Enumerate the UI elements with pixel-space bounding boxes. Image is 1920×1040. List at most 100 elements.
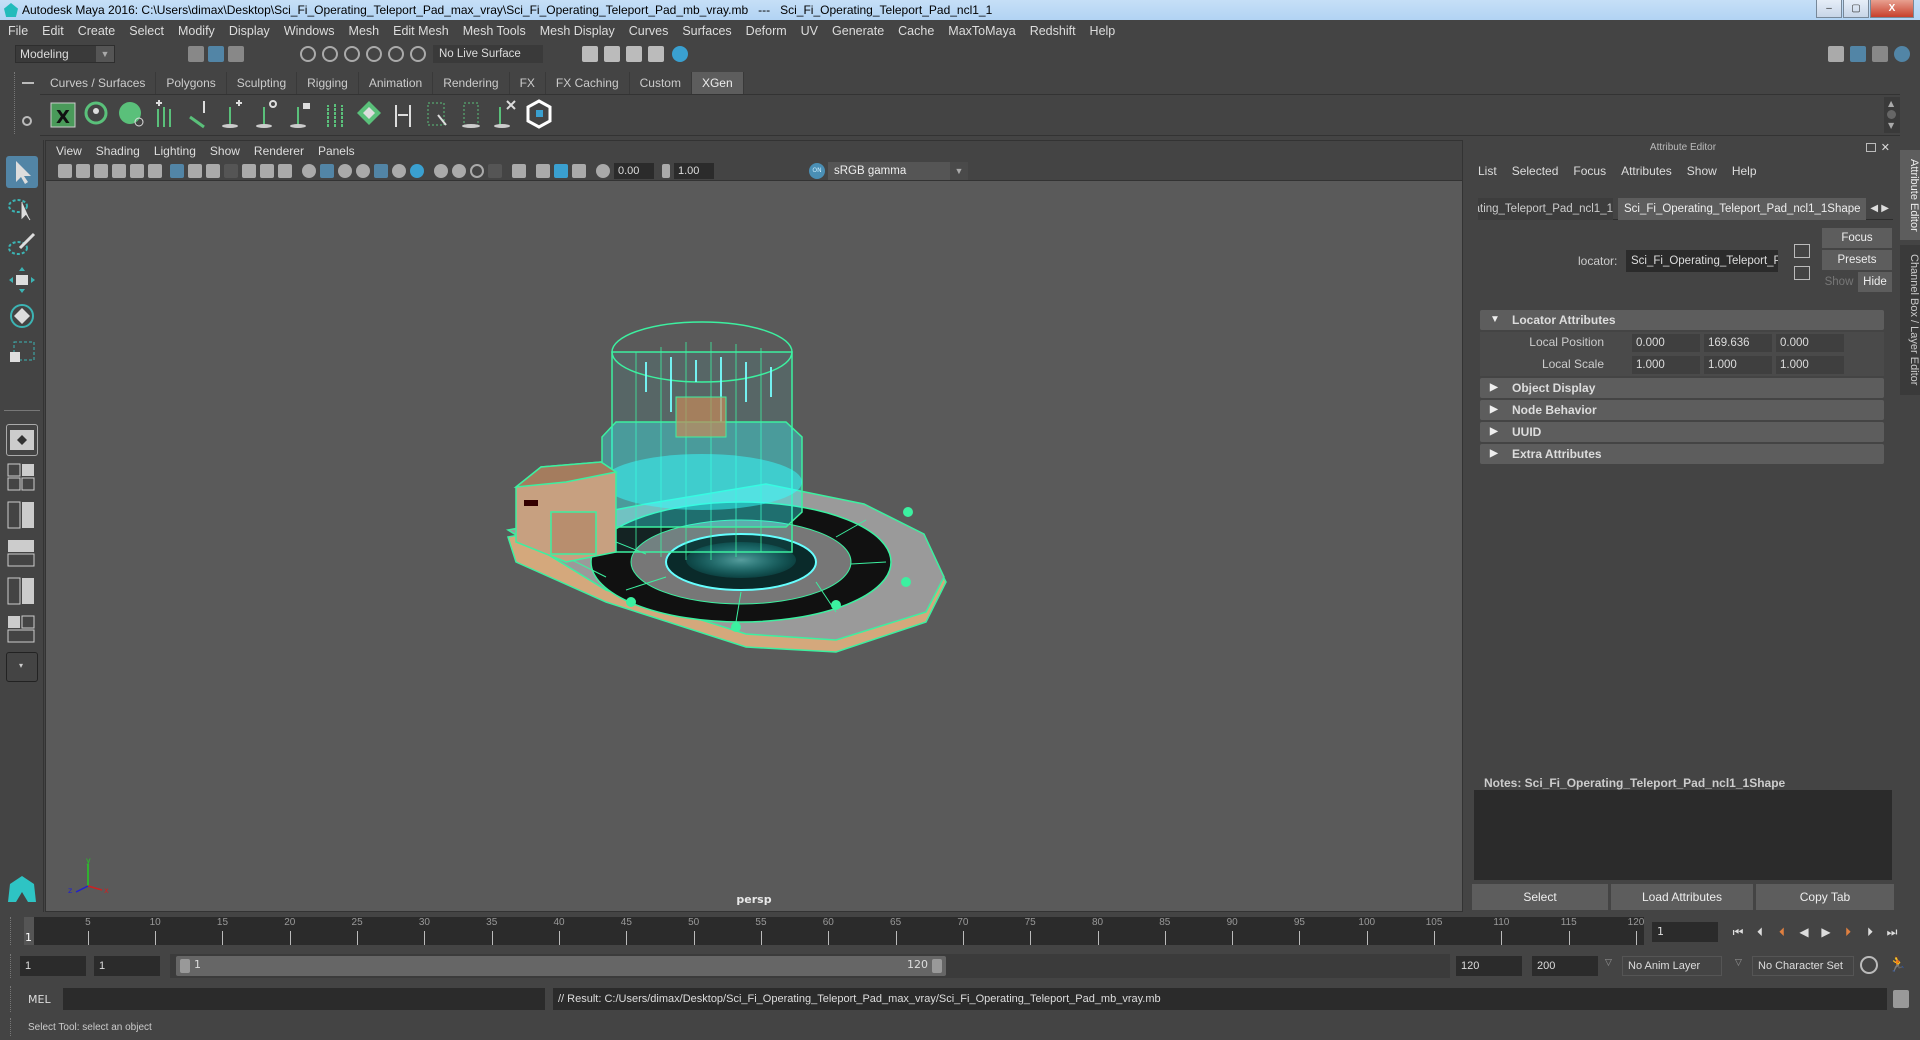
section-extra-attributes[interactable]: ▶ Extra Attributes xyxy=(1480,444,1884,464)
safe-title-icon[interactable] xyxy=(278,164,292,178)
ae-menu-show[interactable]: Show xyxy=(1687,164,1717,178)
xgen-preview-icon[interactable] xyxy=(82,99,112,129)
menu-uv[interactable]: UV xyxy=(801,24,818,38)
select-guide-tool-icon[interactable] xyxy=(422,99,452,129)
menu-file[interactable]: File xyxy=(8,24,28,38)
script-language-toggle[interactable]: MEL xyxy=(28,993,51,1006)
range-end-handle[interactable] xyxy=(932,959,942,973)
step-back-key-icon[interactable]: ⏴ xyxy=(1752,924,1768,940)
use-all-lights-icon[interactable] xyxy=(392,164,406,178)
commandline-grip[interactable] xyxy=(10,986,13,1012)
move-tool[interactable] xyxy=(6,264,38,296)
shelf-menu-icon[interactable] xyxy=(22,82,34,84)
scale-tool[interactable] xyxy=(6,336,38,368)
go-to-start-icon[interactable]: ⏮ xyxy=(1730,924,1746,940)
image-plane-icon[interactable] xyxy=(112,164,126,178)
viewport-canvas[interactable]: y x z persp xyxy=(46,182,1462,912)
menu-generate[interactable]: Generate xyxy=(832,24,884,38)
script-editor-icon[interactable] xyxy=(1893,990,1909,1008)
exposure-field[interactable]: 0.00 xyxy=(614,163,654,179)
viewport-menu-show[interactable]: Show xyxy=(210,144,240,158)
animation-start-field[interactable]: 1 xyxy=(20,956,86,976)
ae-tab-transform[interactable]: Sci_Fi_Operating_Teleport_Pad_ncl1_1 xyxy=(1478,198,1613,220)
auto-key-icon[interactable] xyxy=(1860,956,1878,974)
film-gate-icon[interactable] xyxy=(188,164,202,178)
menu-deform[interactable]: Deform xyxy=(746,24,787,38)
float-panel-icon[interactable] xyxy=(1866,143,1876,152)
add-guides-icon[interactable] xyxy=(150,99,180,129)
menu-maxtomaya[interactable]: MaxToMaya xyxy=(948,24,1015,38)
sculpt-guides-icon[interactable] xyxy=(354,99,384,129)
ae-tab-shape[interactable]: Sci_Fi_Operating_Teleport_Pad_ncl1_1Shap… xyxy=(1618,198,1866,220)
motion-blur-icon[interactable] xyxy=(452,164,466,178)
focus-button[interactable]: Focus xyxy=(1822,228,1892,248)
range-start-handle[interactable] xyxy=(180,959,190,973)
render-frame-icon[interactable] xyxy=(604,46,620,62)
ae-menu-list[interactable]: List xyxy=(1478,164,1497,178)
close-button[interactable]: X xyxy=(1870,0,1914,18)
field-chart-icon[interactable] xyxy=(242,164,256,178)
side-tab-channel-box[interactable]: Channel Box / Layer Editor xyxy=(1900,245,1920,395)
render-settings-icon[interactable] xyxy=(582,46,598,62)
snap-view-plane-icon[interactable] xyxy=(366,46,382,62)
view-transform-dropdown[interactable]: sRGB gamma ▼ xyxy=(828,162,968,180)
camera-select-icon[interactable] xyxy=(58,164,72,178)
persp-graph-layout-button[interactable] xyxy=(6,538,38,570)
wireframe-on-shaded-icon[interactable] xyxy=(356,164,370,178)
tab-scroll-right-icon[interactable]: ▶ xyxy=(1881,203,1889,214)
section-object-display[interactable]: ▶ Object Display xyxy=(1480,378,1884,398)
anim-layer-dropdown[interactable]: No Anim Layer xyxy=(1622,956,1722,976)
chevron-down-icon[interactable]: ▽ xyxy=(1735,958,1742,968)
xray-active-components-icon[interactable] xyxy=(554,164,568,178)
resolution-gate-icon[interactable] xyxy=(206,164,220,178)
persp-graph-outliner-layout-button[interactable] xyxy=(6,614,38,646)
local-position-x[interactable]: 0.000 xyxy=(1632,334,1700,352)
local-scale-z[interactable]: 1.000 xyxy=(1776,356,1844,374)
select-button[interactable]: Select xyxy=(1472,884,1608,910)
side-tab-attribute-editor[interactable]: Attribute Editor xyxy=(1900,150,1920,240)
scroll-up-icon[interactable]: ▲ xyxy=(1888,99,1894,108)
render-setup-icon[interactable] xyxy=(648,46,664,62)
smooth-shade-icon[interactable] xyxy=(320,164,334,178)
menu-create[interactable]: Create xyxy=(78,24,116,38)
bookmark-icon[interactable] xyxy=(94,164,108,178)
section-node-behavior[interactable]: ▶ Node Behavior xyxy=(1480,400,1884,420)
default-material-icon[interactable] xyxy=(338,164,352,178)
grease-pencil-icon[interactable] xyxy=(148,164,162,178)
helpline-grip[interactable] xyxy=(10,1018,13,1036)
step-forward-key-icon[interactable]: ⏵ xyxy=(1862,924,1878,940)
viewport-menu-panels[interactable]: Panels xyxy=(318,144,355,158)
show-button[interactable]: Show xyxy=(1822,272,1856,292)
character-set-dropdown[interactable]: No Character Set xyxy=(1752,956,1854,976)
menu-windows[interactable]: Windows xyxy=(284,24,335,38)
shelf-tab-fx[interactable]: FX xyxy=(509,72,546,94)
minimize-button[interactable]: – xyxy=(1816,0,1842,18)
shelf-tab-sculpting[interactable]: Sculpting xyxy=(226,72,298,94)
snap-live-icon[interactable] xyxy=(388,46,404,62)
maximize-button[interactable]: ▢ xyxy=(1843,0,1869,18)
flip-guide-icon[interactable] xyxy=(456,99,486,129)
select-tool[interactable] xyxy=(6,156,38,188)
command-input[interactable] xyxy=(63,988,545,1010)
shelf-tab-xgen[interactable]: XGen xyxy=(691,72,744,94)
shelf-tab-animation[interactable]: Animation xyxy=(358,72,434,94)
ambient-occlusion-icon[interactable] xyxy=(434,164,448,178)
attribute-editor-toggle-icon[interactable] xyxy=(1850,46,1866,62)
four-view-layout-button[interactable] xyxy=(6,462,38,494)
xgen-library-icon[interactable]: X xyxy=(48,99,78,129)
viewport-menu-renderer[interactable]: Renderer xyxy=(254,144,304,158)
current-frame-marker[interactable]: 1 xyxy=(24,917,34,945)
shelf-tab-fx-caching[interactable]: FX Caching xyxy=(545,72,630,94)
menu-select[interactable]: Select xyxy=(129,24,164,38)
menu-mesh[interactable]: Mesh xyxy=(349,24,380,38)
range-slider-bar[interactable]: 1 120 xyxy=(176,956,946,976)
scroll-thumb[interactable] xyxy=(1887,110,1896,119)
menu-mesh-display[interactable]: Mesh Display xyxy=(540,24,615,38)
ae-menu-focus[interactable]: Focus xyxy=(1573,164,1606,178)
local-scale-y[interactable]: 1.000 xyxy=(1704,356,1772,374)
wireframe-icon[interactable] xyxy=(302,164,316,178)
animation-end-field[interactable]: 200 xyxy=(1532,956,1598,976)
menu-curves[interactable]: Curves xyxy=(629,24,669,38)
select-guide-icon[interactable] xyxy=(252,99,282,129)
shelf-settings-gear-icon[interactable] xyxy=(22,116,32,126)
